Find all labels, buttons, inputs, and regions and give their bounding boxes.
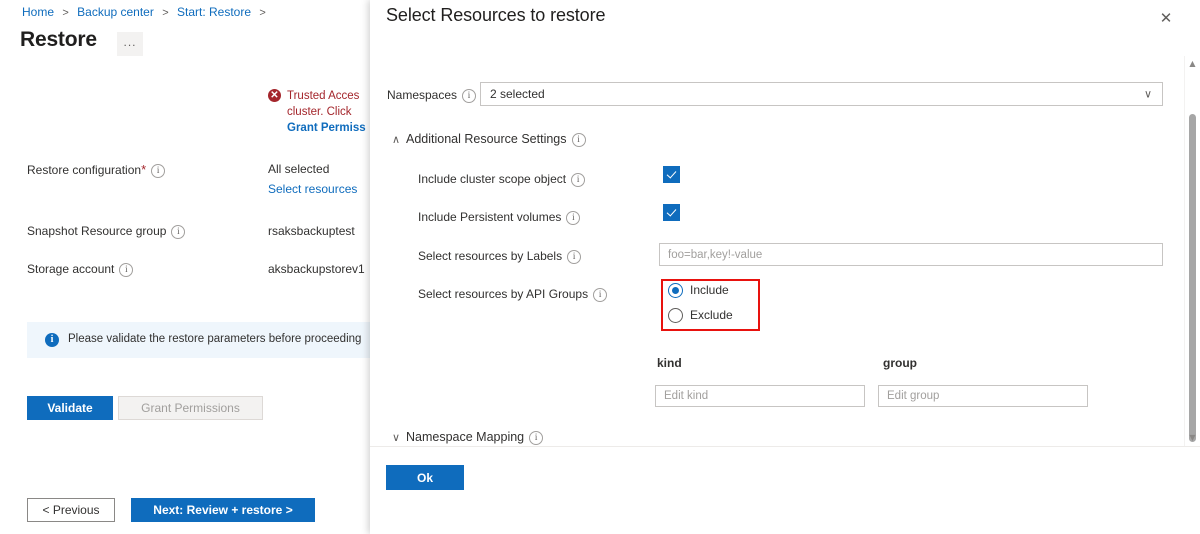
kind-input[interactable] bbox=[655, 385, 865, 407]
namespaces-selected-value: 2 selected bbox=[490, 87, 545, 101]
info-icon[interactable]: i bbox=[151, 164, 166, 178]
info-icon[interactable]: i bbox=[171, 225, 186, 239]
api-groups-include-label: Include bbox=[690, 283, 729, 297]
validation-info-banner: i Please validate the restore parameters… bbox=[27, 322, 427, 358]
info-icon[interactable]: i bbox=[119, 263, 134, 277]
close-icon[interactable]: ✕ bbox=[1154, 7, 1178, 31]
field-label-text: Snapshot Resource group bbox=[27, 224, 167, 238]
panel-scrollbar[interactable]: ▲ ▼ bbox=[1184, 56, 1200, 446]
column-header-kind: kind bbox=[657, 356, 682, 370]
breadcrumb-separator: > bbox=[259, 7, 266, 19]
labels-filter-label: Select resources by Labels i bbox=[418, 249, 582, 264]
chevron-down-icon: ∨ bbox=[392, 431, 401, 444]
scrollbar-thumb[interactable] bbox=[1189, 114, 1196, 442]
more-options-button[interactable]: ... bbox=[117, 32, 143, 56]
info-icon[interactable]: i bbox=[529, 431, 544, 445]
breadcrumb-separator: > bbox=[162, 7, 169, 19]
api-groups-label: Select resources by API Groups i bbox=[418, 287, 608, 302]
field-label-text: Restore configuration bbox=[27, 163, 142, 177]
storage-account-label: Storage account i bbox=[27, 262, 134, 277]
required-asterisk: * bbox=[141, 162, 147, 177]
breadcrumb-item-backup-center[interactable]: Backup center bbox=[77, 5, 154, 19]
breadcrumb-separator: > bbox=[62, 7, 69, 19]
storage-account-value: aksbackupstorev1 bbox=[268, 262, 365, 276]
include-cluster-scope-label-text: Include cluster scope object bbox=[418, 172, 567, 186]
labels-filter-input[interactable] bbox=[659, 243, 1163, 266]
page-title: Restore bbox=[20, 28, 97, 51]
select-resources-panel: Select Resources to restore ✕ Namespaces… bbox=[370, 0, 1200, 534]
breadcrumb: Home > Backup center > Start: Restore > bbox=[22, 5, 271, 19]
next-review-restore-button[interactable]: Next: Review + restore > bbox=[131, 498, 315, 522]
section-namespace-mapping[interactable]: ∨ Namespace Mapping i bbox=[392, 430, 544, 445]
previous-button[interactable]: < Previous bbox=[27, 498, 115, 522]
panel-divider bbox=[370, 446, 1200, 447]
chevron-up-icon: ∧ bbox=[392, 133, 401, 146]
group-input[interactable] bbox=[878, 385, 1088, 407]
include-persistent-volumes-checkbox[interactable] bbox=[663, 204, 680, 221]
api-groups-label-text: Select resources by API Groups bbox=[418, 287, 589, 301]
select-resources-link[interactable]: Select resources bbox=[268, 182, 357, 196]
field-label-text: Storage account bbox=[27, 262, 115, 276]
panel-title: Select Resources to restore bbox=[386, 5, 606, 25]
namespaces-label-text: Namespaces bbox=[387, 88, 458, 102]
labels-filter-label-text: Select resources by Labels bbox=[418, 249, 563, 263]
chevron-down-icon: ∨ bbox=[1143, 87, 1152, 101]
namespaces-select[interactable]: 2 selected ∨ bbox=[480, 82, 1163, 106]
info-icon[interactable]: i bbox=[571, 173, 586, 187]
scroll-down-icon[interactable]: ▼ bbox=[1185, 430, 1200, 446]
breadcrumb-item-home[interactable]: Home bbox=[22, 5, 54, 19]
info-circle-icon: i bbox=[45, 333, 59, 347]
restore-configuration-label: Restore configuration* i bbox=[27, 162, 166, 178]
snapshot-resource-group-value: rsaksbackuptest bbox=[268, 224, 355, 238]
section-additional-resource-settings[interactable]: ∧ Additional Resource Settings i bbox=[392, 132, 586, 147]
include-cluster-scope-label: Include cluster scope object i bbox=[418, 172, 586, 187]
validate-button[interactable]: Validate bbox=[27, 396, 113, 420]
error-circle-icon: ✕ bbox=[268, 89, 281, 102]
section-label-text: Additional Resource Settings bbox=[406, 132, 567, 146]
info-icon[interactable]: i bbox=[567, 250, 582, 264]
panel-scroll-area: Namespaces i 2 selected ∨ ∧ Additional Res… bbox=[370, 56, 1200, 446]
restore-configuration-value: All selected bbox=[268, 162, 330, 176]
column-header-group: group bbox=[883, 356, 917, 370]
include-persistent-volumes-label-text: Include Persistent volumes bbox=[418, 210, 562, 224]
grant-permissions-button[interactable]: Grant Permissions bbox=[118, 396, 263, 420]
info-icon[interactable]: i bbox=[593, 288, 608, 302]
radio-unselected-icon bbox=[668, 308, 683, 323]
ok-button[interactable]: Ok bbox=[386, 465, 464, 490]
info-icon[interactable]: i bbox=[571, 133, 586, 147]
include-cluster-scope-checkbox[interactable] bbox=[663, 166, 680, 183]
section-label-text: Namespace Mapping bbox=[406, 430, 525, 444]
namespaces-label: Namespaces i bbox=[387, 88, 477, 103]
info-icon[interactable]: i bbox=[462, 89, 477, 103]
info-banner-text: Please validate the restore parameters b… bbox=[68, 333, 362, 345]
scroll-up-icon[interactable]: ▲ bbox=[1185, 56, 1200, 72]
radio-selected-icon bbox=[668, 283, 683, 298]
breadcrumb-item-start-restore[interactable]: Start: Restore bbox=[177, 5, 251, 19]
info-icon[interactable]: i bbox=[566, 211, 581, 225]
snapshot-resource-group-label: Snapshot Resource group i bbox=[27, 224, 186, 239]
include-persistent-volumes-label: Include Persistent volumes i bbox=[418, 210, 581, 225]
api-groups-exclude-label: Exclude bbox=[690, 308, 733, 322]
